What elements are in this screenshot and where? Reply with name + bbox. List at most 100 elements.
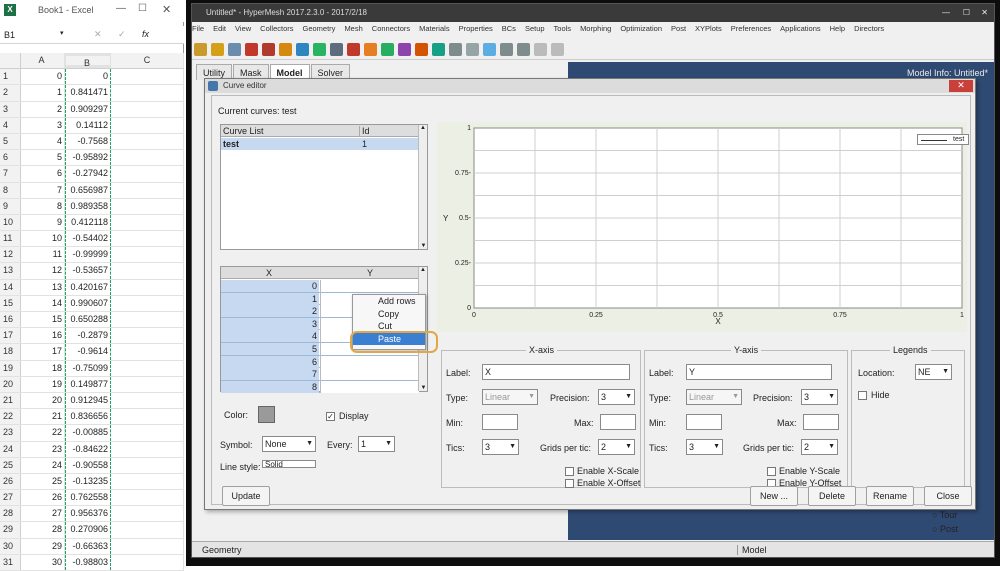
- cell-c[interactable]: [111, 392, 184, 409]
- menu-item-optimization[interactable]: Optimization: [620, 24, 662, 33]
- toolbar-tool-icon[interactable]: [551, 43, 564, 56]
- cell-a[interactable]: 16: [21, 328, 65, 344]
- xy-cell-y[interactable]: [320, 280, 419, 292]
- select-all-corner[interactable]: [0, 53, 21, 69]
- toolbar-tool-icon[interactable]: [398, 43, 411, 56]
- cell-b[interactable]: 0.912945: [65, 392, 111, 409]
- cell-c[interactable]: [111, 538, 184, 554]
- row-header[interactable]: 9: [0, 198, 21, 214]
- cell-c[interactable]: [111, 360, 184, 376]
- row-header[interactable]: 4: [0, 117, 21, 133]
- toolbar-tool-icon[interactable]: [313, 43, 326, 56]
- menu-item-edit[interactable]: Edit: [213, 24, 226, 33]
- x-min-field[interactable]: [482, 414, 518, 430]
- row-header[interactable]: 28: [0, 506, 21, 522]
- menu-item-connectors[interactable]: Connectors: [372, 24, 410, 33]
- row-header[interactable]: 27: [0, 490, 21, 506]
- cell-c[interactable]: [111, 69, 184, 85]
- cell-c[interactable]: [111, 182, 184, 198]
- menu-item-properties[interactable]: Properties: [459, 24, 493, 33]
- close-icon[interactable]: ✕: [949, 80, 973, 92]
- cell-a[interactable]: 6: [21, 166, 65, 182]
- close-icon[interactable]: ✕: [162, 3, 171, 16]
- xy-cell-x[interactable]: 3: [221, 317, 319, 330]
- cell-a[interactable]: 29: [21, 538, 65, 554]
- cell-b[interactable]: 0.656987: [65, 182, 111, 198]
- toolbar-tool-icon[interactable]: [364, 43, 377, 56]
- row-header[interactable]: 23: [0, 425, 21, 441]
- row-header[interactable]: 14: [0, 279, 21, 295]
- cell-c[interactable]: [111, 344, 184, 360]
- cell-a[interactable]: 24: [21, 457, 65, 473]
- toolbar-tool-icon[interactable]: [245, 43, 258, 56]
- cell-a[interactable]: 4: [21, 133, 65, 150]
- row-header[interactable]: 30: [0, 538, 21, 554]
- xy-cell-x[interactable]: 8: [221, 380, 319, 393]
- cell-a[interactable]: 15: [21, 312, 65, 328]
- cell-c[interactable]: [111, 490, 184, 506]
- row-header[interactable]: 25: [0, 457, 21, 473]
- cell-b[interactable]: -0.00885: [65, 425, 111, 441]
- xy-cell-x[interactable]: 6: [221, 355, 319, 368]
- toolbar-tool-icon[interactable]: [330, 43, 343, 56]
- cell-c[interactable]: [111, 473, 184, 490]
- cell-b[interactable]: -0.95892: [65, 150, 111, 166]
- cell-b[interactable]: 0.420167: [65, 279, 111, 295]
- cell-c[interactable]: [111, 506, 184, 522]
- cell-b[interactable]: -0.98803: [65, 554, 111, 570]
- cell-a[interactable]: 12: [21, 263, 65, 279]
- y-precision-dropdown[interactable]: 3 ▼: [801, 389, 838, 405]
- toolbar-tool-icon[interactable]: [483, 43, 496, 56]
- toolbar-tool-icon[interactable]: [534, 43, 547, 56]
- row-header[interactable]: 22: [0, 409, 21, 425]
- toolbar-tool-icon[interactable]: [466, 43, 479, 56]
- maximize-icon[interactable]: ☐: [963, 4, 970, 22]
- menu-item-preferences[interactable]: Preferences: [731, 24, 771, 33]
- row-header[interactable]: 16: [0, 312, 21, 328]
- cell-a[interactable]: 7: [21, 182, 65, 198]
- cell-a[interactable]: 25: [21, 473, 65, 490]
- cell-b[interactable]: 0.412118: [65, 214, 111, 231]
- cell-c[interactable]: [111, 85, 184, 101]
- cell-b[interactable]: -0.99999: [65, 247, 111, 263]
- cell-b[interactable]: 0.149877: [65, 376, 111, 392]
- cell-a[interactable]: 30: [21, 554, 65, 570]
- cell-a[interactable]: 21: [21, 409, 65, 425]
- toolbar-tool-icon[interactable]: [500, 43, 513, 56]
- context-menu-add-rows[interactable]: Add rows: [353, 295, 425, 308]
- cell-a[interactable]: 1: [21, 85, 65, 101]
- y-min-field[interactable]: [686, 414, 722, 430]
- cell-b[interactable]: -0.2879: [65, 328, 111, 344]
- enter-icon[interactable]: ✓: [118, 29, 126, 40]
- row-header[interactable]: 26: [0, 473, 21, 490]
- cell-c[interactable]: [111, 247, 184, 263]
- row-header[interactable]: 31: [0, 554, 21, 570]
- display-checkbox[interactable]: ✓: [326, 412, 335, 421]
- menu-item-post[interactable]: Post: [671, 24, 686, 33]
- cell-c[interactable]: [111, 376, 184, 392]
- close-icon[interactable]: ✕: [981, 4, 988, 22]
- cell-b[interactable]: -0.7568: [65, 133, 111, 150]
- row-header[interactable]: 24: [0, 441, 21, 457]
- cell-c[interactable]: [111, 554, 184, 570]
- cell-c[interactable]: [111, 214, 184, 231]
- toolbar-tool-icon[interactable]: [347, 43, 360, 56]
- namebox-dropdown-icon[interactable]: ▾: [60, 29, 64, 37]
- menu-item-directors[interactable]: Directors: [854, 24, 884, 33]
- close-button[interactable]: Close: [924, 486, 972, 506]
- row-header[interactable]: 12: [0, 247, 21, 263]
- cell-a[interactable]: 14: [21, 295, 65, 311]
- menu-item-setup[interactable]: Setup: [525, 24, 545, 33]
- xy-row[interactable]: 7: [221, 368, 419, 381]
- cell-c[interactable]: [111, 457, 184, 473]
- toolbar-tool-icon[interactable]: [279, 43, 292, 56]
- curve-list-scrollbar[interactable]: ▲ ▼: [418, 125, 427, 249]
- x-tics-dropdown[interactable]: 3 ▼: [482, 439, 519, 455]
- cell-b[interactable]: -0.13235: [65, 473, 111, 490]
- maximize-icon[interactable]: ☐: [138, 3, 147, 14]
- row-header[interactable]: 20: [0, 376, 21, 392]
- cell-a[interactable]: 23: [21, 441, 65, 457]
- menu-item-tools[interactable]: Tools: [554, 24, 572, 33]
- row-header[interactable]: 19: [0, 360, 21, 376]
- menu-item-xyplots[interactable]: XYPlots: [695, 24, 722, 33]
